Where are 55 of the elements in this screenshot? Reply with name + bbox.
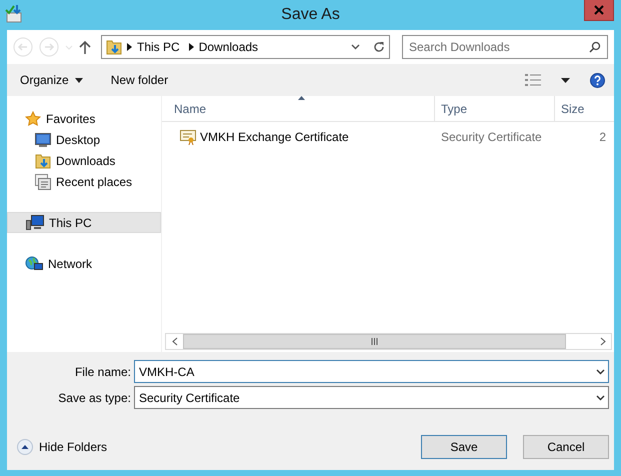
column-header[interactable]: Size — [554, 96, 614, 121]
nav-item[interactable]: This PC — [7, 212, 161, 233]
close-icon[interactable] — [594, 5, 604, 15]
caret-icon[interactable] — [596, 368, 605, 374]
new-folder-button[interactable]: New folder — [106, 69, 172, 91]
star-icon — [25, 110, 41, 126]
dropdown-field[interactable]: Security Certificate — [134, 386, 609, 409]
file-name[interactable]: VMKH Exchange Certificate — [200, 128, 349, 146]
view-icon[interactable] — [525, 73, 541, 87]
file-type: Security Certificate — [441, 129, 542, 146]
search-field[interactable]: Search Downloads — [402, 35, 608, 59]
breadcrumb-item[interactable]: This PC — [137, 38, 180, 56]
nav-item[interactable]: Favorites — [7, 108, 161, 129]
scroll-left-icon[interactable] — [172, 337, 178, 346]
folder-icon — [35, 152, 51, 168]
dialog-button[interactable]: Save — [421, 435, 507, 459]
collapse-icon — [17, 439, 33, 455]
up-arrow-icon[interactable] — [79, 40, 91, 54]
search-icon — [589, 41, 601, 53]
monitor-icon — [35, 132, 51, 146]
window-title: Save As — [281, 5, 340, 25]
close-button[interactable] — [584, 0, 614, 21]
scroll-thumb[interactable] — [183, 334, 566, 349]
sort-arrow-icon — [298, 96, 305, 100]
caret-icon[interactable] — [596, 394, 605, 400]
hide-folders-button[interactable]: Hide Folders — [17, 438, 108, 456]
column-header[interactable]: Name — [162, 96, 434, 121]
dropdown-field[interactable]: VMKH-CA — [134, 360, 609, 383]
folder-icon — [106, 39, 122, 55]
help-icon[interactable] — [590, 72, 605, 88]
scroll-right-icon[interactable] — [600, 337, 606, 346]
chevron-icon[interactable] — [188, 43, 194, 51]
certificate-icon — [180, 129, 196, 145]
field-label: File name: — [74, 364, 131, 380]
caret-icon — [74, 78, 83, 82]
address-bar[interactable]: This PC Downloads — [101, 35, 390, 59]
breadcrumb-item[interactable]: Downloads — [198, 38, 258, 56]
column-header[interactable]: Type — [434, 96, 554, 121]
nav-item[interactable]: Desktop — [7, 129, 161, 150]
field-label: Save as type: — [57, 390, 131, 406]
dialog-button[interactable]: Cancel — [523, 435, 609, 459]
nav-item[interactable]: Recent places — [7, 171, 161, 192]
computer-icon — [26, 214, 44, 230]
horizontal-scrollbar[interactable] — [165, 333, 612, 350]
nav-item[interactable]: Network — [7, 253, 161, 274]
dropdown-icon[interactable] — [351, 44, 360, 50]
caret-icon[interactable] — [561, 78, 570, 82]
chevron-icon[interactable] — [127, 43, 132, 51]
file-size: 2 — [599, 129, 606, 146]
nav-item[interactable]: Downloads — [7, 150, 161, 171]
app-icon — [4, 4, 24, 24]
network-icon — [25, 256, 43, 272]
organize-button[interactable]: Organize — [16, 69, 87, 91]
refresh-icon[interactable] — [373, 41, 385, 53]
recent-places-icon — [35, 174, 51, 190]
